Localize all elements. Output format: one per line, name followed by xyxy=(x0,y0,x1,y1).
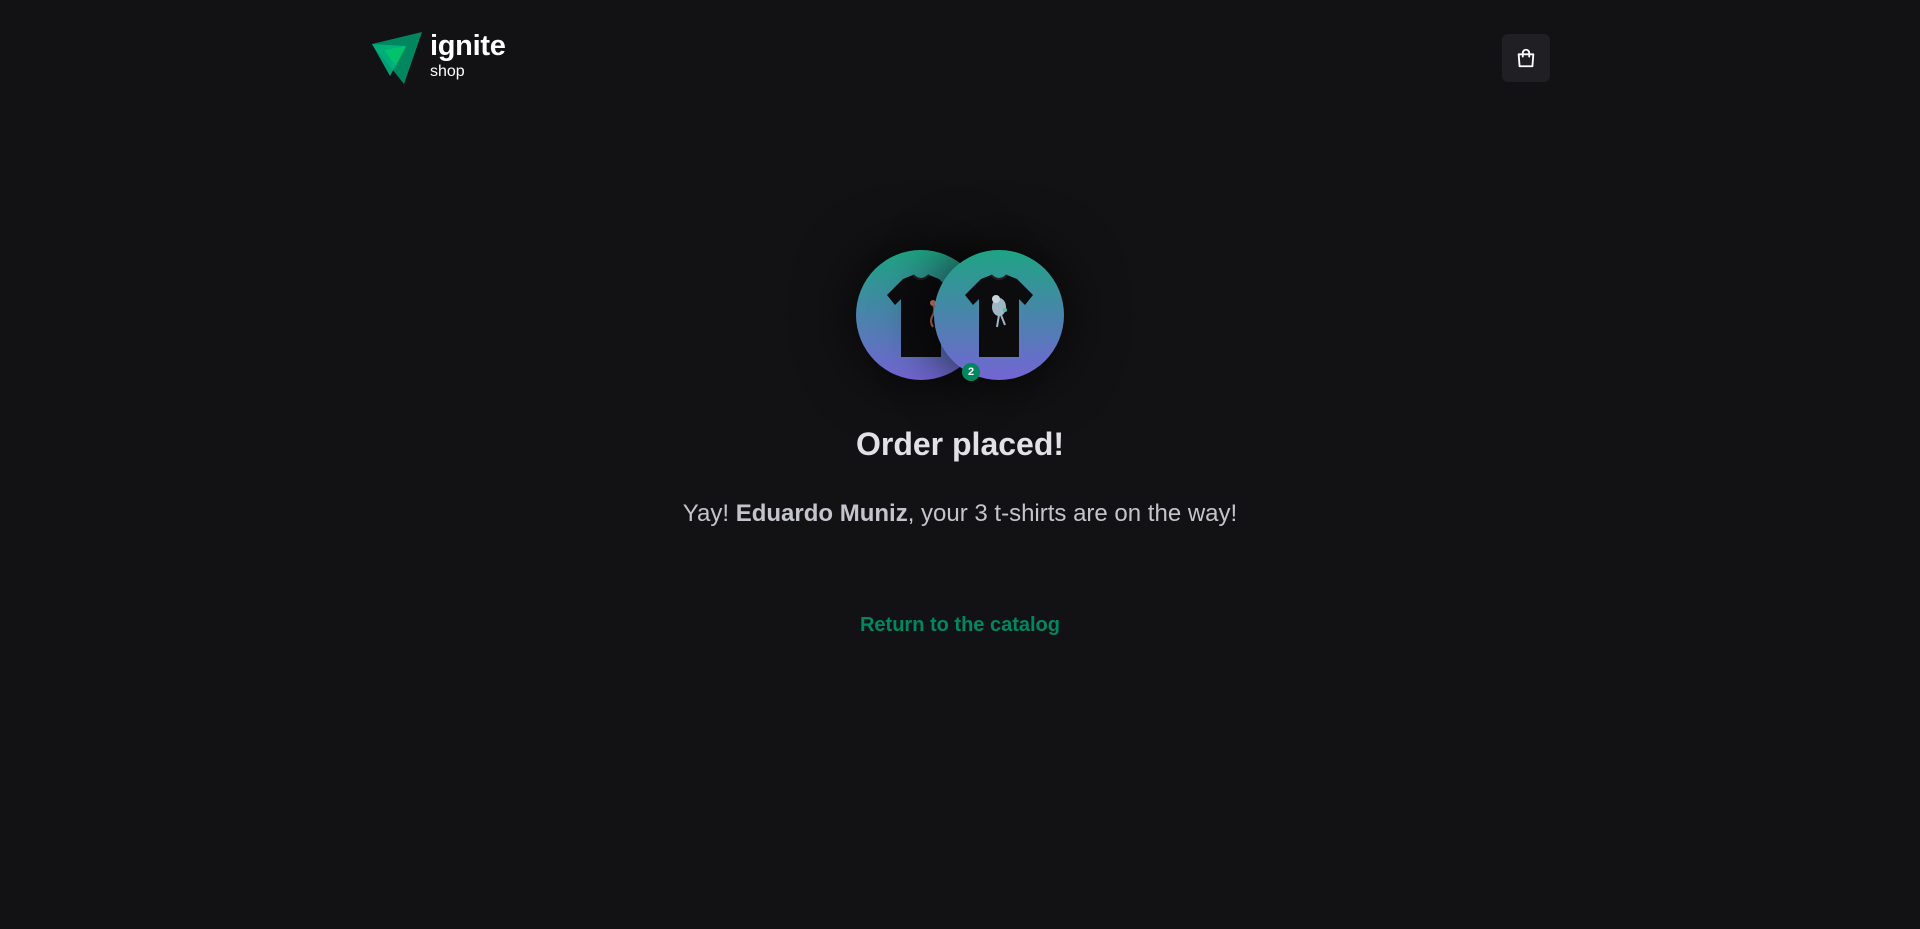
message-suffix: , your 3 t-shirts are on the way! xyxy=(907,500,1238,527)
header: ignite shop xyxy=(370,0,1550,116)
product-image-2 xyxy=(934,250,1064,380)
logo-title: ignite xyxy=(430,30,506,62)
item-count-badge: 2 xyxy=(962,363,980,381)
logo-subtitle: shop xyxy=(430,63,465,80)
t-shirt-image xyxy=(965,274,1033,357)
logo-text: ignite shop xyxy=(430,30,506,80)
success-message: Yay! Eduardo Muniz, your 3 t-shirts are … xyxy=(0,500,1920,528)
return-link-label[interactable]: Return to the catalog xyxy=(860,614,1060,636)
return-to-catalog-link[interactable]: Return to the catalog xyxy=(0,614,1920,637)
page-title: Order placed! xyxy=(855,426,1065,462)
message-prefix: Yay! xyxy=(682,500,736,527)
shopping-bag-icon xyxy=(1517,48,1535,68)
ignite-logo-icon xyxy=(372,32,422,84)
customer-name: Eduardo Muniz xyxy=(735,500,908,527)
order-images xyxy=(856,250,1064,382)
page: ignite shop 2 Order placed! Yay! Eduardo… xyxy=(0,0,1920,929)
cart-button[interactable] xyxy=(1502,34,1550,82)
logo-link[interactable]: ignite shop xyxy=(370,30,506,86)
